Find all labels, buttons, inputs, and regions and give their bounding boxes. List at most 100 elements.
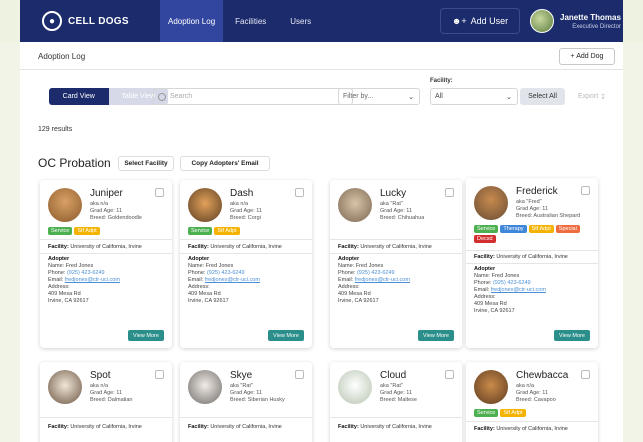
tag-special: Special [555,225,580,233]
tab-users[interactable]: Users [278,0,323,42]
select-checkbox[interactable] [581,370,590,379]
tag-list: Service Stf Adpt [474,409,592,417]
user-name: Janette Thomas [560,12,621,22]
dog-grad-age: Grad Age: 11 [380,208,413,214]
view-toggle: Card View Table View [49,88,168,105]
copy-emails-button[interactable]: Copy Adopters' Email [180,156,270,171]
filter-by-select[interactable]: Filter by... ⌄ [338,88,420,105]
dog-aka: aka n/a [230,201,249,207]
select-all-button[interactable]: Select All [520,88,565,105]
divider [466,263,598,264]
dog-card[interactable]: Frederick aka "Fred" Grad Age: 11 Breed:… [466,178,598,348]
section-title: OC Probation [38,156,111,170]
top-background-left [0,0,20,42]
user-menu[interactable]: Janette Thomas Executive Director [530,5,630,37]
tag-stf-adpt: Stf Adpt [500,409,526,417]
facility-value: All [435,93,443,100]
select-checkbox[interactable] [295,370,304,379]
tag-service: Service [474,409,499,417]
chevron-down-icon: ⌄ [408,94,414,101]
tag-service: Service [48,227,73,235]
add-user-icon: ☻+ [451,16,467,26]
facility-select[interactable]: All ⌄ [430,88,518,105]
export-button[interactable]: Export ↧ [572,88,612,105]
select-checkbox[interactable] [295,188,304,197]
search-input[interactable]: Search [153,88,353,105]
adopter-info: Adopter Name: Fred Jones Phone: (925) 42… [48,256,120,304]
add-dog-button[interactable]: + Add Dog [559,48,615,65]
dog-aka: aka "Rat" [380,201,403,207]
select-checkbox[interactable] [155,370,164,379]
dog-grad-age: Grad Age: 11 [516,206,549,212]
dog-photo [474,370,508,404]
dog-photo [338,188,372,222]
select-checkbox[interactable] [581,186,590,195]
divider [40,417,172,418]
dog-card[interactable]: Juniper aka n/a Grad Age: 11 Breed: Gold… [40,180,172,348]
adopter-info: Adopter Name: Fred Jones Phone: (925) 42… [188,256,260,304]
dog-facility: Facility: University of California, Irvi… [338,244,432,250]
dog-grad-age: Grad Age: 11 [380,390,413,396]
download-icon: ↧ [598,93,607,101]
dog-facility: Facility: University of California, Irvi… [188,244,282,250]
dog-facility: Facility: University of California, Irvi… [188,424,282,430]
dog-name: Lucky [380,188,407,199]
divider [180,417,312,418]
card-view-button[interactable]: Card View [49,88,109,105]
tag-list: Service Stf Adpt [48,227,166,235]
tag-service: Service [474,225,499,233]
tag-stf-adpt: Stf Adpt [528,225,554,233]
adopter-info: Adopter Name: Fred Jones Phone: (925) 42… [474,266,546,314]
user-role: Executive Director [572,23,621,30]
dog-aka: aka n/a [516,383,535,389]
dog-breed: Breed: Corgi [230,215,261,221]
dog-breed: Breed: Siberian Husky [230,397,285,403]
divider [40,253,172,254]
view-more-button[interactable]: View More [554,330,590,341]
view-more-button[interactable]: View More [418,330,454,341]
avatar [530,9,554,33]
dog-breed: Breed: Cavapoo [516,397,556,403]
export-label: Export [577,93,599,100]
page-header: Adoption Log + Add Dog [20,42,623,70]
select-checkbox[interactable] [445,370,454,379]
tag-list: Service Therapy Stf Adpt Special Decsd [474,225,592,243]
dog-facility: Facility: University of California, Irvi… [48,424,142,430]
dog-card[interactable]: Cloud aka "Rat" Grad Age: 11 Breed: Malt… [330,362,462,442]
dog-card[interactable]: Skye aka "Rat" Grad Age: 11 Breed: Siber… [180,362,312,442]
dog-breed: Breed: Maltese [380,397,417,403]
dog-photo [188,188,222,222]
dog-card[interactable]: Dash aka n/a Grad Age: 11 Breed: Corgi S… [180,180,312,348]
tag-stf-adpt: Stf Adpt [74,227,100,235]
dog-aka: aka "Rat" [380,383,403,389]
add-user-button[interactable]: ☻+ Add User [440,8,520,34]
dog-photo [48,188,82,222]
view-more-button[interactable]: View More [128,330,164,341]
tag-stf-adpt: Stf Adpt [214,227,240,235]
dog-photo [338,370,372,404]
dog-card[interactable]: Lucky aka "Rat" Grad Age: 11 Breed: Chih… [330,180,462,348]
dog-aka: aka n/a [90,201,109,207]
divider [330,417,462,418]
dog-card[interactable]: Chewbacca aka n/a Grad Age: 11 Breed: Ca… [466,362,598,442]
select-facility-button[interactable]: Select Facility [118,156,174,171]
tab-facilities[interactable]: Facilities [223,0,278,42]
add-user-label: Add User [470,16,509,26]
select-checkbox[interactable] [445,188,454,197]
divider [466,250,598,251]
app-logo[interactable]: ● CELL DOGS [42,11,160,31]
tab-adoption-log[interactable]: Adoption Log [160,0,224,42]
page-background-right [623,42,643,442]
dog-name: Chewbacca [516,370,569,381]
dog-card[interactable]: Spot aka n/a Grad Age: 11 Breed: Dalmati… [40,362,172,442]
dog-name: Juniper [90,188,123,199]
dog-grad-age: Grad Age: 11 [90,390,123,396]
divider [466,421,598,422]
dog-aka: aka n/a [90,383,109,389]
divider [180,253,312,254]
divider [330,239,462,240]
dog-breed: Breed: Dalmatian [90,397,133,403]
dog-photo [188,370,222,404]
select-checkbox[interactable] [155,188,164,197]
view-more-button[interactable]: View More [268,330,304,341]
